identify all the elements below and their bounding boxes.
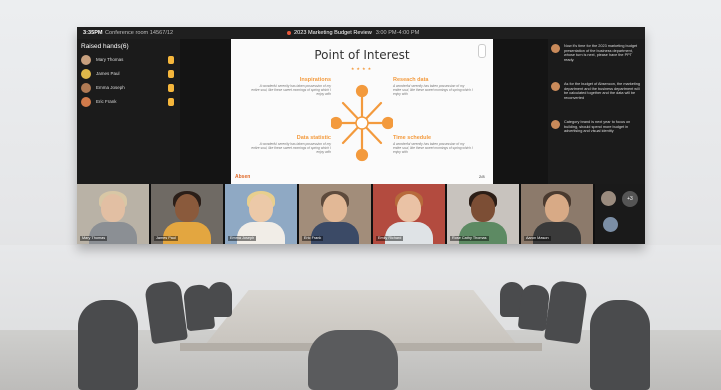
- avatar: [81, 55, 91, 65]
- block-body: A wonderful serenity has taken possessio…: [251, 142, 331, 155]
- raised-hands-panel: Raised hands(6) Mary Thomas James Paul E…: [77, 39, 180, 184]
- raised-hand-item[interactable]: James Paul: [81, 69, 175, 80]
- chair: [208, 282, 232, 317]
- participant-tile[interactable]: Emma Joseph: [225, 184, 297, 244]
- raised-hand-name: Emma Joseph: [96, 85, 125, 90]
- block-heading: Time schedule: [393, 135, 432, 141]
- participant-strip: Mary Thomas James Paul Emma Joseph Eric …: [77, 184, 645, 244]
- avatar: [603, 217, 618, 232]
- meeting-title-text: 2023 Marketing Budget Review: [294, 30, 372, 36]
- participant-name: Aaron Mason: [524, 236, 551, 241]
- participant-name: Rose Cathy Thomas: [450, 236, 489, 241]
- recording-dot-icon: [287, 31, 291, 35]
- chair: [308, 330, 398, 390]
- room-name: Conference room 14567/12: [105, 30, 174, 36]
- participant-tile[interactable]: Rose Cathy Thomas: [447, 184, 519, 244]
- slide-block-schedule: Time schedule A wonderful serenity has t…: [393, 135, 473, 155]
- presentation-slide: Point of Interest ★★★★ Inspirations A wo…: [231, 39, 493, 184]
- avatar: [81, 69, 91, 79]
- slide-control-button[interactable]: [478, 44, 486, 58]
- raised-hand-item[interactable]: Mary Thomas: [81, 55, 175, 66]
- person-face: [175, 194, 199, 222]
- block-heading: Inspirations: [299, 77, 331, 83]
- participant-tile[interactable]: Eric Frank: [299, 184, 371, 244]
- avatar: [551, 120, 560, 129]
- person-face: [249, 194, 273, 222]
- block-heading: Reseach data: [393, 77, 429, 83]
- avatar: [81, 97, 91, 107]
- raised-hand-icon: [168, 56, 174, 64]
- person-face: [101, 194, 125, 222]
- slide-title: Point of Interest: [314, 48, 410, 62]
- slide-block-data: Data statistic A wonderful serenity has …: [251, 135, 331, 155]
- person-face: [471, 194, 495, 222]
- chair: [78, 300, 138, 390]
- clock: 3:35PM: [83, 30, 103, 36]
- raised-hands-title: Raised hands(6): [81, 43, 129, 50]
- block-body: A wonderful serenity has taken possessio…: [393, 84, 473, 97]
- meeting-hours: 3:00 PM-4:00 PM: [375, 30, 420, 36]
- chat-message-text: Category brand is next year to focus on …: [564, 120, 631, 134]
- participant-name: James Paul: [154, 236, 178, 241]
- participant-name: Eric Frank: [302, 236, 324, 241]
- slide-block-research: Reseach data A wonderful serenity has ta…: [393, 77, 473, 97]
- participant-name: Emily Richard: [376, 236, 404, 241]
- more-participants-tile[interactable]: [595, 184, 645, 244]
- slide-page-number: 2/8: [479, 174, 485, 179]
- participant-name: Mary Thomas: [80, 236, 108, 241]
- block-heading: Data statistic: [296, 135, 331, 141]
- participant-tile[interactable]: James Paul: [151, 184, 223, 244]
- slide-block-inspirations: Inspirations A wonderful serenity has ta…: [251, 77, 331, 97]
- raised-hand-item[interactable]: Emma Joseph: [81, 83, 175, 94]
- raised-hand-name: Mary Thomas: [96, 57, 124, 62]
- meeting-title: 2023 Marketing Budget Review 3:00 PM-4:00…: [294, 27, 419, 39]
- raised-hand-icon: [168, 98, 174, 106]
- more-participants-count[interactable]: +3: [622, 191, 638, 207]
- star-divider-icon: ★★★★: [350, 66, 374, 71]
- slide-logo: Absen: [235, 174, 251, 180]
- participant-name: Emma Joseph: [228, 236, 257, 241]
- participant-tile[interactable]: Mary Thomas: [77, 184, 149, 244]
- raised-hand-item[interactable]: Eric Frank: [81, 97, 175, 108]
- person-face: [397, 194, 421, 222]
- raised-hand-name: Eric Frank: [96, 99, 117, 104]
- block-body: A wonderful serenity has taken possessio…: [251, 84, 331, 97]
- chat-panel: Now it's time for the 2023 marketing bud…: [548, 39, 645, 184]
- raised-hand-icon: [168, 84, 174, 92]
- avatar: [551, 44, 560, 53]
- raised-hand-name: James Paul: [96, 71, 120, 76]
- chat-message-text: As for the budget of Absencon, the marke…: [564, 82, 640, 100]
- participant-tile[interactable]: Emily Richard: [373, 184, 445, 244]
- participant-tile[interactable]: Aaron Mason: [521, 184, 593, 244]
- video-wall-screen: 3:35PM Conference room 14567/12 2023 Mar…: [77, 27, 645, 244]
- avatar: [601, 191, 616, 206]
- raised-hand-icon: [168, 70, 174, 78]
- snowflake-diagram-icon: [331, 84, 393, 162]
- block-body: A wonderful serenity has taken possessio…: [393, 142, 473, 155]
- avatar: [551, 82, 560, 91]
- person-face: [545, 194, 569, 222]
- meeting-top-bar: 3:35PM Conference room 14567/12 2023 Mar…: [77, 27, 645, 39]
- person-face: [323, 194, 347, 222]
- chat-message-text: Now it's time for the 2023 marketing bud…: [564, 44, 638, 62]
- chair: [590, 300, 650, 390]
- avatar: [81, 83, 91, 93]
